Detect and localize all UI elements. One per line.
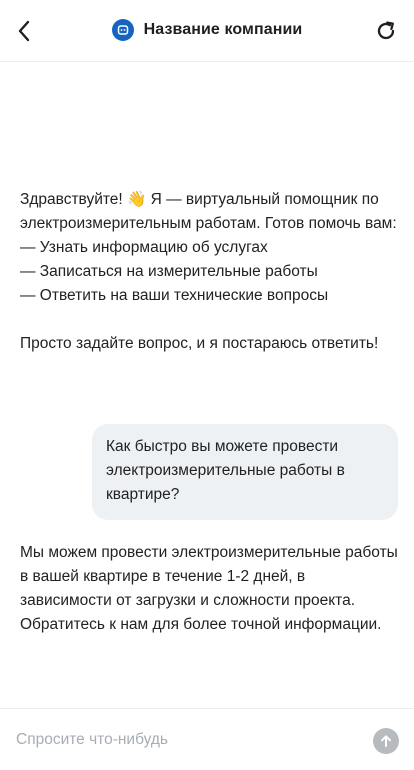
- bot-message: Мы можем провести электроизмерительные р…: [20, 544, 403, 633]
- header-title-group: Название компании: [0, 19, 414, 41]
- bot-message: Здравствуйте! 👋 Я — виртуальный помощник…: [20, 191, 397, 352]
- message-input[interactable]: [16, 723, 356, 757]
- user-message: Как быстро вы можете провести электроизм…: [92, 424, 398, 520]
- composer-bar: [0, 708, 414, 770]
- send-button[interactable]: [373, 728, 399, 754]
- page-title: Название компании: [143, 21, 303, 38]
- arrow-up-icon: [381, 735, 391, 747]
- header-bar: Название компании: [0, 0, 414, 62]
- company-logo: [111, 19, 134, 41]
- chat-screen: Название компании Здравствуйте! 👋 Я — ви…: [0, 0, 414, 770]
- refresh-icon: [377, 21, 395, 40]
- chat-bot-icon: [117, 25, 128, 35]
- refresh-button[interactable]: [372, 17, 400, 45]
